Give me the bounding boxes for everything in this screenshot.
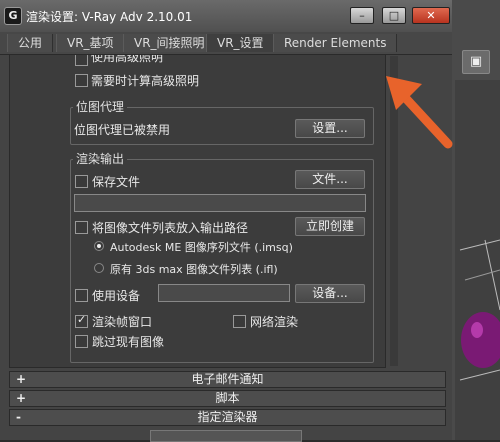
- put-image-list-checkbox[interactable]: [75, 221, 88, 234]
- tab-common[interactable]: 公用: [7, 34, 54, 52]
- rollout-assign-renderer[interactable]: - 指定渲染器: [9, 409, 446, 426]
- viewport[interactable]: [455, 80, 500, 440]
- window-title: 渲染设置: V-Ray Adv 2.10.01: [26, 10, 193, 24]
- tab-render-elements[interactable]: Render Elements: [273, 34, 398, 52]
- ifl-radio[interactable]: [94, 263, 104, 273]
- close-button[interactable]: ✕: [412, 7, 450, 24]
- rendered-frame-window-label: 渲染帧窗口: [92, 315, 153, 329]
- bitmap-proxy-title: 位图代理: [73, 98, 128, 115]
- rollout-email-notification[interactable]: + 电子邮件通知: [9, 371, 446, 388]
- toolbar-icon[interactable]: ▣: [462, 50, 490, 74]
- tab-vr-base[interactable]: VR_基项: [56, 34, 125, 52]
- tab-bar: 公用 VR_基项 VR_间接照明 VR_设置 Render Elements: [0, 32, 452, 55]
- rollout-label: 脚本: [215, 391, 240, 405]
- net-render-label: 网络渲染: [250, 315, 299, 329]
- bitmap-proxy-status: 位图代理已被禁用: [74, 123, 171, 137]
- annotation-arrow-icon: [386, 76, 453, 149]
- viewport-wireframe: [459, 239, 500, 381]
- imsq-radio[interactable]: [94, 241, 104, 251]
- maximize-button[interactable]: □: [382, 7, 406, 24]
- rollout-scripts[interactable]: + 脚本: [9, 390, 446, 407]
- minimize-button[interactable]: –: [350, 7, 374, 24]
- use-advanced-lighting-checkbox[interactable]: [75, 55, 88, 66]
- save-file-label: 保存文件: [92, 175, 141, 189]
- rollout-label: 指定渲染器: [197, 410, 258, 424]
- use-advanced-lighting-label: 使用高级照明: [91, 54, 164, 64]
- close-icon: ✕: [426, 9, 436, 22]
- tab-vr-settings[interactable]: VR_设置: [206, 34, 275, 52]
- device-button[interactable]: 设备...: [295, 284, 365, 303]
- rendered-frame-window-checkbox[interactable]: [75, 313, 88, 328]
- save-file-checkbox[interactable]: [75, 175, 88, 188]
- use-device-checkbox[interactable]: [75, 289, 88, 302]
- common-parameters-panel: 使用高级照明 需要时计算高级照明 位图代理 位图代理已被禁用 设置... 渲染输…: [9, 54, 386, 368]
- net-render-checkbox[interactable]: [233, 315, 246, 328]
- compute-advanced-lighting-label: 需要时计算高级照明: [91, 74, 200, 88]
- skip-existing-label: 跳过现有图像: [92, 335, 165, 349]
- device-field[interactable]: [158, 284, 290, 302]
- bitmap-proxy-settings-button[interactable]: 设置...: [295, 119, 365, 138]
- skip-existing-checkbox[interactable]: [75, 335, 88, 348]
- renderer-field[interactable]: [150, 430, 302, 442]
- render-settings-window: G 渲染设置: V-Ray Adv 2.10.01 – □ ✕ 公用 VR_基项…: [0, 0, 453, 442]
- create-now-button[interactable]: 立即创建: [295, 217, 365, 236]
- render-output-title: 渲染输出: [73, 150, 128, 167]
- file-button[interactable]: 文件...: [295, 170, 365, 189]
- tab-vr-indirect[interactable]: VR_间接照明: [123, 34, 216, 52]
- compute-advanced-lighting-checkbox[interactable]: [75, 74, 88, 87]
- maximize-icon: □: [388, 9, 400, 22]
- rollout-label: 电子邮件通知: [191, 372, 264, 386]
- output-path-field[interactable]: [74, 194, 366, 212]
- title-bar[interactable]: G 渲染设置: V-Ray Adv 2.10.01 – □ ✕: [0, 0, 452, 33]
- put-image-list-label: 将图像文件列表放入输出路径: [92, 221, 249, 235]
- use-device-label: 使用设备: [92, 289, 141, 303]
- minimize-icon: –: [359, 9, 365, 22]
- ifl-radio-label: 原有 3ds max 图像文件列表 (.ifl): [110, 263, 278, 276]
- app-icon: G: [4, 7, 22, 25]
- imsq-radio-label: Autodesk ME 图像序列文件 (.imsq): [110, 241, 293, 254]
